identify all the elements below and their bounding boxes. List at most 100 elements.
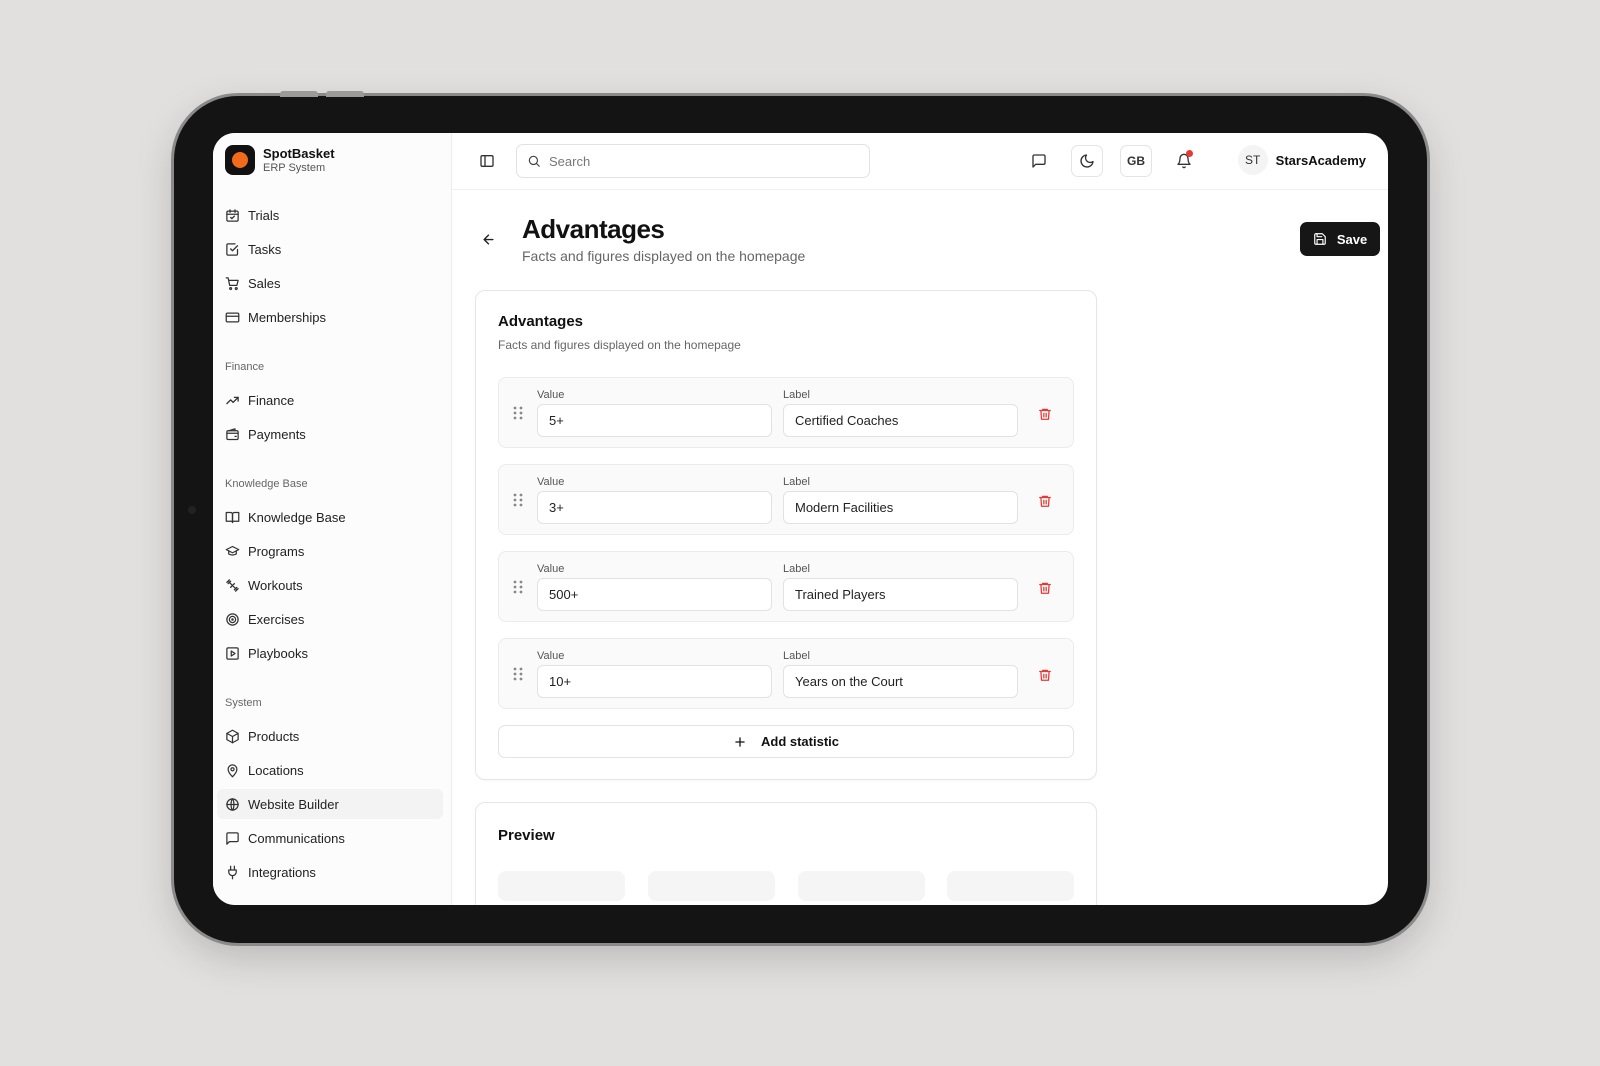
sidebar-item-label: Trials [248, 207, 280, 223]
save-button-label: Save [1336, 231, 1368, 247]
sidebar-section-title: Finance [225, 361, 265, 373]
preview-card: Preview [475, 802, 1097, 905]
moon-icon [1080, 154, 1094, 168]
language-code: GB [1127, 154, 1145, 168]
sidebar-item-trials[interactable]: Trials [217, 200, 443, 230]
user-menu[interactable]: ST StarsAcademy [1237, 145, 1366, 175]
sidebar-item-exercises[interactable]: Exercises [217, 604, 443, 634]
sidebar-item-locations[interactable]: Locations [217, 755, 443, 785]
search-icon [528, 155, 540, 167]
sidebar-item-finance[interactable]: Finance [217, 385, 443, 415]
trash-icon [1039, 495, 1051, 507]
search-box[interactable] [516, 144, 870, 178]
label-field-label: Label [783, 389, 810, 401]
sidebar-item-website-builder[interactable]: Website Builder [217, 789, 443, 819]
brand-subtitle: ERP System [263, 161, 326, 174]
label-input[interactable] [783, 578, 1018, 611]
label-input[interactable] [783, 491, 1018, 524]
target-icon [226, 612, 239, 626]
messages-button[interactable] [1023, 145, 1055, 177]
sidebar-item-label: Sales [248, 275, 281, 291]
preview-stat-tile [798, 871, 925, 901]
sidebar-item-payments[interactable]: Payments [217, 419, 443, 449]
play-square-icon [226, 646, 239, 660]
preview-stat-tile [947, 871, 1074, 901]
app-screen: SpotBasket ERP System Trials Tasks Sales… [213, 133, 1388, 905]
sidebar-section-title: Knowledge Base [225, 478, 308, 490]
message-square-icon [1032, 154, 1046, 168]
sidebar-item-products[interactable]: Products [217, 721, 443, 751]
language-button[interactable]: GB [1120, 145, 1152, 177]
stat-row: Value Label [498, 551, 1074, 622]
dumbbell-icon [226, 578, 239, 592]
page-title: Advantages [522, 214, 665, 244]
sidebar-item-workouts[interactable]: Workouts [217, 570, 443, 600]
delete-stat-button[interactable] [1035, 491, 1055, 511]
save-icon [1313, 233, 1326, 245]
value-input[interactable] [537, 491, 772, 524]
value-field-label: Value [537, 563, 565, 575]
stat-row: Value Label [498, 464, 1074, 535]
notification-dot [1186, 150, 1193, 157]
sidebar-item-memberships[interactable]: Memberships [217, 302, 443, 332]
add-statistic-button[interactable]: Add statistic [498, 725, 1074, 758]
plus-icon [735, 736, 745, 747]
save-button[interactable]: Save [1300, 222, 1380, 256]
search-input[interactable] [549, 153, 849, 169]
volume-button [280, 91, 318, 97]
package-icon [226, 729, 239, 743]
sidebar-toggle-button[interactable] [471, 145, 503, 177]
sidebar-item-label: Tasks [248, 241, 282, 257]
main-content: Advantages Facts and figures displayed o… [452, 190, 1388, 905]
delete-stat-button[interactable] [1035, 578, 1055, 598]
brand-name: SpotBasket [263, 145, 335, 161]
add-statistic-label: Add statistic [760, 734, 839, 749]
delete-stat-button[interactable] [1035, 404, 1055, 424]
value-field-label: Value [537, 476, 565, 488]
drag-handle-icon[interactable] [511, 491, 525, 509]
calendar-check-icon [226, 208, 239, 222]
topbar: GB ST StarsAcademy [452, 133, 1388, 190]
delete-stat-button[interactable] [1035, 665, 1055, 685]
sidebar-item-label: Website Builder [248, 796, 339, 812]
value-input[interactable] [537, 578, 772, 611]
card-subtitle: Facts and figures displayed on the homep… [498, 338, 741, 352]
preview-stat-tile [498, 871, 625, 901]
volume-button [326, 91, 364, 97]
sidebar-item-communications[interactable]: Communications [217, 823, 443, 853]
sidebar-item-knowledge-base[interactable]: Knowledge Base [217, 502, 443, 532]
trash-icon [1039, 408, 1051, 420]
label-input[interactable] [783, 665, 1018, 698]
back-button[interactable] [477, 228, 499, 250]
drag-handle-icon[interactable] [511, 404, 525, 422]
sidebar-item-playbooks[interactable]: Playbooks [217, 638, 443, 668]
book-icon [225, 511, 240, 523]
card-title: Advantages [498, 313, 584, 330]
sidebar-item-integrations[interactable]: Integrations [217, 857, 443, 887]
sidebar-item-label: Workouts [248, 577, 303, 593]
label-field-label: Label [783, 563, 810, 575]
card-icon [225, 312, 240, 322]
notifications-button[interactable] [1168, 145, 1200, 177]
plug-icon [228, 865, 237, 879]
value-input[interactable] [537, 404, 772, 437]
globe-icon [226, 797, 239, 811]
value-field-label: Value [537, 389, 565, 401]
sidebar-item-sales[interactable]: Sales [217, 268, 443, 298]
sidebar-item-label: Locations [248, 762, 304, 778]
sidebar-item-tasks[interactable]: Tasks [217, 234, 443, 264]
label-field-label: Label [783, 650, 810, 662]
label-input[interactable] [783, 404, 1018, 437]
drag-handle-icon[interactable] [511, 578, 525, 596]
drag-handle-icon[interactable] [511, 665, 525, 683]
value-input[interactable] [537, 665, 772, 698]
sidebar-item-label: Payments [248, 426, 306, 442]
trend-up-icon [226, 396, 239, 404]
sidebar-item-programs[interactable]: Programs [217, 536, 443, 566]
avatar: ST [1237, 145, 1268, 175]
brand[interactable]: SpotBasket ERP System [225, 145, 335, 175]
page-subtitle: Facts and figures displayed on the homep… [522, 248, 806, 264]
trash-icon [1039, 669, 1051, 681]
sidebar-item-label: Products [248, 728, 300, 744]
theme-toggle-button[interactable] [1071, 145, 1103, 177]
